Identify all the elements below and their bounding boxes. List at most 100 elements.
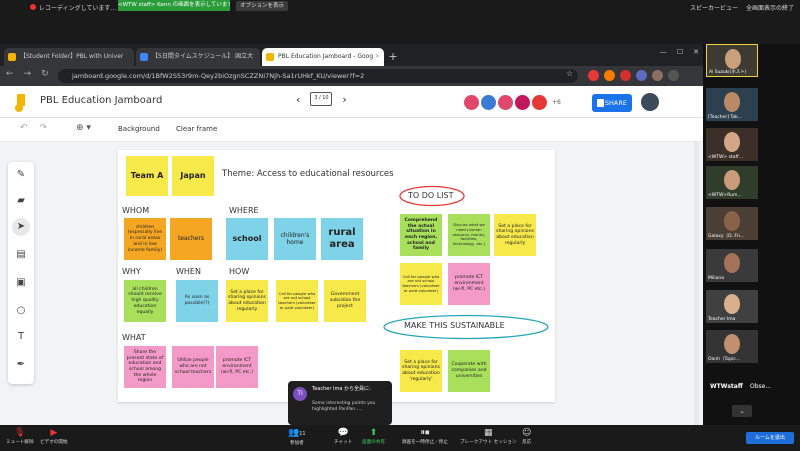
extension-icon[interactable]: [620, 70, 631, 81]
sticky-note[interactable]: Cooperate with companies and universitie…: [448, 350, 490, 392]
participant-tile[interactable]: <WTW>Rum...: [706, 166, 758, 199]
participant-tile[interactable]: Teacher Ima: [706, 290, 758, 323]
sticky-note[interactable]: As soon as possible(?): [176, 280, 218, 322]
frame-indicator[interactable]: 3 / 10: [310, 92, 333, 106]
label-when[interactable]: WHEN: [176, 267, 201, 276]
sticky-note[interactable]: Set a place for sharing opinions about e…: [226, 280, 268, 322]
minimize-icon[interactable]: —: [660, 48, 667, 56]
tab-student-folder[interactable]: 【Student Folder】PBL with Univer: [4, 48, 134, 66]
profile-avatar-icon[interactable]: [652, 70, 663, 81]
zoom-icon[interactable]: ⊕ ▾: [76, 123, 91, 133]
next-frame-icon[interactable]: ›: [342, 93, 346, 106]
reload-icon[interactable]: ↻: [41, 69, 49, 79]
account-avatar[interactable]: [641, 93, 659, 111]
eraser-icon[interactable]: ▰: [12, 192, 30, 210]
scroll-down-participants-icon[interactable]: ⌄: [732, 405, 752, 417]
image-icon[interactable]: ▣: [12, 274, 30, 292]
collaborator-avatar[interactable]: [498, 95, 513, 110]
collaborator-avatar[interactable]: [532, 95, 547, 110]
share-button[interactable]: SHARE: [592, 94, 632, 112]
pen-icon[interactable]: ✎: [12, 166, 30, 184]
participant-tile[interactable]: [Teacher] Tak...: [706, 88, 758, 121]
participants-button[interactable]: 👥11 参加者: [288, 428, 306, 446]
back-icon[interactable]: ←: [6, 69, 14, 79]
browser-menu-icon[interactable]: [668, 70, 679, 81]
extra-collaborators-count[interactable]: +6: [552, 99, 561, 106]
bookmark-star-icon[interactable]: ☆: [566, 69, 573, 78]
undo-icon[interactable]: ↶: [20, 123, 28, 133]
label-how[interactable]: HOW: [229, 267, 249, 276]
collaborator-avatar[interactable]: [481, 95, 496, 110]
sticky-note[interactable]: Set a place for sharing opinions about e…: [494, 214, 536, 256]
sticky-note[interactable]: all children should receive high quality…: [124, 280, 166, 322]
redo-icon[interactable]: ↷: [40, 123, 48, 133]
extension-icon[interactable]: [636, 70, 647, 81]
recording-indicator[interactable]: レコーディングしています...: [30, 2, 116, 12]
url-bar[interactable]: jamboard.google.com/d/1BfW2S53r9m-Qey2bi…: [58, 69, 578, 83]
extension-icon[interactable]: [588, 70, 599, 81]
leave-room-button[interactable]: ルームを退出: [746, 432, 794, 444]
breakout-rooms-button[interactable]: ▦ ブレークアウト セッション: [460, 428, 517, 445]
participant-tile-host[interactable]: Ai Suzuki(ホスト): [706, 44, 758, 77]
label-sustain[interactable]: MAKE THIS SUSTAINABLE: [404, 321, 505, 330]
sticky-note[interactable]: promote ICT environment (wi-fi, PC etc.): [448, 263, 490, 305]
chat-button[interactable]: 💬 チャット: [334, 428, 352, 445]
participant-tile[interactable]: Oanh（Topic...: [706, 330, 758, 363]
sticky-note[interactable]: promote ICT environment (wi-fi, PC etc.): [216, 346, 258, 388]
collaborator-avatar[interactable]: [464, 95, 479, 110]
chat-notification[interactable]: TI Teacher Ima から全員に: Some interesting p…: [288, 381, 392, 425]
label-whom[interactable]: WHOM: [122, 206, 149, 215]
label-where[interactable]: WHERE: [229, 206, 259, 215]
select-pointer-icon[interactable]: ➤: [12, 218, 30, 236]
extension-icon[interactable]: [604, 70, 615, 81]
view-options-button[interactable]: オプションを表示: [236, 1, 288, 11]
forward-icon[interactable]: →: [24, 69, 32, 79]
sticky-note[interactable]: children's home: [274, 218, 316, 260]
sticky-note[interactable]: teachers: [170, 218, 212, 260]
tab-jamboard[interactable]: PBL Education Jamboard - Goog ✕: [262, 48, 384, 66]
new-tab-button[interactable]: +: [386, 50, 400, 64]
mute-button[interactable]: 🎙 ミュート解除: [6, 428, 34, 445]
participant-tile[interactable]: <WTW> staff...: [706, 128, 758, 161]
sticky-note[interactable]: school: [226, 218, 268, 260]
background-button[interactable]: Background: [118, 125, 160, 133]
close-window-icon[interactable]: ✕: [693, 48, 699, 56]
participant-name-observer[interactable]: Obse...: [750, 383, 771, 390]
sticky-note[interactable]: Government subsidize the project: [324, 280, 366, 322]
label-what[interactable]: WHAT: [122, 333, 146, 342]
clear-frame-button[interactable]: Clear frame: [176, 125, 217, 133]
tab-schedule[interactable]: 【5日間タイムスケジュール】 国立大: [136, 48, 260, 66]
collaborator-avatar[interactable]: [515, 95, 530, 110]
sticky-note[interactable]: Call for people who are not school teach…: [276, 280, 318, 322]
label-todo[interactable]: TO DO LIST: [408, 191, 454, 200]
sticky-note[interactable]: Utilize people who are not school teache…: [172, 346, 214, 388]
maximize-icon[interactable]: ☐: [677, 48, 683, 56]
close-tab-icon[interactable]: ✕: [375, 48, 380, 66]
sticky-note[interactable]: Comprehend the actual situation in each …: [400, 214, 442, 256]
sticky-note-country[interactable]: Japan: [172, 156, 214, 196]
participant-name-wtw[interactable]: WTWstaff: [710, 383, 743, 390]
vertical-scrollbar[interactable]: [694, 142, 699, 425]
theme-text[interactable]: Theme: Access to educational resources: [222, 169, 394, 179]
exit-fullscreen-button[interactable]: 全画面表示の終了: [746, 3, 794, 12]
start-video-button[interactable]: ▶ ビデオの開始: [40, 428, 68, 445]
participant-tile[interactable]: Galaxy（D. Fri...: [706, 207, 758, 240]
sticky-note[interactable]: Call for people who are not school teach…: [400, 263, 442, 305]
speaker-view-button[interactable]: スピーカービュー: [690, 3, 738, 12]
sticky-note-team[interactable]: Team A: [126, 156, 168, 196]
sticky-note-icon[interactable]: ▤: [12, 246, 30, 264]
sticky-note[interactable]: children (especially live in rural areas…: [124, 218, 166, 260]
share-screen-button[interactable]: ⬆ 画面の共有: [362, 428, 385, 445]
prev-frame-icon[interactable]: ‹: [296, 93, 300, 106]
jam-title[interactable]: PBL Education Jamboard: [40, 95, 162, 106]
laser-icon[interactable]: ✒: [12, 356, 30, 374]
reactions-button[interactable]: ☺ 反応: [522, 428, 531, 445]
text-box-icon[interactable]: T: [12, 328, 30, 346]
sticky-note[interactable]: Discuss what we need (human resource, mo…: [448, 214, 490, 256]
participant-tile[interactable]: Miliana: [706, 249, 758, 282]
shape-circle-icon[interactable]: ○: [12, 302, 30, 320]
label-why[interactable]: WHY: [122, 267, 141, 276]
sticky-note[interactable]: rural area: [321, 218, 363, 260]
sticky-note[interactable]: Set a place for sharing opinions about e…: [400, 350, 442, 392]
sticky-note[interactable]: Share the present state of education and…: [124, 346, 166, 388]
